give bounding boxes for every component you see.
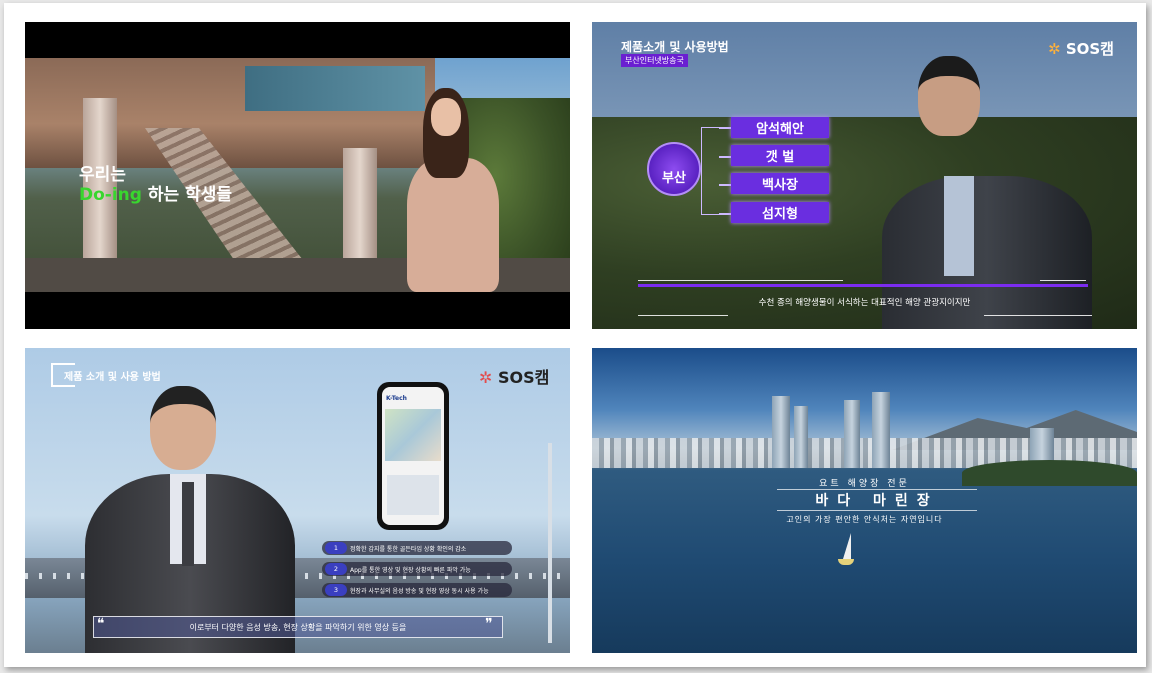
feature-number: 1 [325, 542, 347, 554]
feature-item: 2 App를 통한 영상 및 현장 상황의 빠른 파악 가능 [322, 562, 512, 576]
logo-icon: ✲ [479, 368, 493, 387]
caption-line-2: Do-ing 하는 학생들 [79, 180, 232, 205]
feature-item: 1 정확한 감지를 통한 골든타임 상황 확인의 감소 [322, 541, 512, 555]
presenter-figure [85, 382, 295, 653]
collage-frame: 우리는 Do-ing 하는 학생들 제품소개 및 사용방법 부산인터넷방송국 ✲… [4, 3, 1146, 667]
subtitle-caption: 수천 종의 해양생물이 서식하는 대표적인 해양 관광지이지만 [758, 298, 971, 308]
tag-connector [719, 184, 731, 186]
tag-connector [719, 127, 731, 129]
feature-text: 현장과 사무실의 음성 방송 및 현장 영상 동시 사용 가능 [350, 587, 489, 595]
logo-text: SOS캠 [1065, 40, 1114, 58]
caption-rule [638, 280, 843, 281]
video-still-marine: 요트 해양장 전문 바다 마린장 고인의 가장 편안한 안식처는 자연입니다 [592, 348, 1137, 653]
feature-text: 정확한 감지를 통한 골든타임 상황 확인의 감소 [350, 545, 467, 553]
service-tagline: 고인의 가장 편안한 안식처는 자연입니다 [786, 515, 943, 524]
control-pane [387, 475, 439, 515]
tag-bracket [701, 127, 719, 215]
terrain-tag: 백사장 [731, 173, 829, 194]
skyscraper [844, 400, 860, 468]
skyscraper [794, 406, 808, 468]
logo-icon: ✲ [1048, 40, 1061, 58]
tag-connector [719, 213, 731, 215]
video-title: 제품 소개 및 사용 방법 [64, 372, 161, 383]
open-quote-icon: ❝ [97, 616, 105, 632]
phone-screen: K-Tech [382, 387, 444, 525]
feature-item: 3 현장과 사무실의 음성 방송 및 현장 영상 동시 사용 가능 [322, 583, 512, 597]
skyscraper [772, 396, 790, 468]
subtitle-text: 이로부터 다양한 음성 방송, 현장 상황을 파악하기 위한 영상 등을 [189, 622, 407, 632]
video-still-busan: 제품소개 및 사용방법 부산인터넷방송국 ✲ SOS캠 부산 암석해안 갯 벌 … [592, 22, 1137, 329]
service-label: 요트 해양장 전문 [819, 479, 910, 489]
caption-rule [1040, 280, 1086, 281]
skyscraper [872, 392, 890, 468]
lamp-post [548, 443, 552, 643]
caption-rest: 하는 학생들 [141, 185, 232, 205]
video-still-product: 제품 소개 및 사용 방법 ✲ SOS캠 K-Tech 1 정확한 감지를 통한… [25, 348, 570, 653]
smartphone-mockup: K-Tech [377, 382, 449, 530]
feature-number: 3 [325, 584, 347, 596]
caption-rule [984, 315, 1092, 316]
sos-logo: ✲ SOS캠 [1048, 38, 1114, 59]
tag-connector [719, 156, 731, 158]
subtitle-bar: 이로부터 다양한 음성 방송, 현장 상황을 파악하기 위한 영상 등을 [93, 616, 503, 638]
caption-rule [638, 315, 728, 316]
feature-text: App를 통한 영상 및 현장 상황의 빠른 파악 가능 [350, 566, 471, 574]
terrain-tag: 섬지형 [731, 202, 829, 223]
caption-highlight: Do-ing [79, 185, 142, 205]
busan-badge: 부산 [647, 142, 701, 196]
app-name: K-Tech [386, 395, 407, 402]
caption-accent-line [638, 284, 1088, 287]
close-quote-icon: ❞ [485, 616, 493, 632]
terrain-tag: 암석해안 [731, 117, 829, 138]
video-still-campus: 우리는 Do-ing 하는 학생들 [25, 22, 570, 329]
feature-number: 2 [325, 563, 347, 575]
terrain-tag: 갯 벌 [731, 145, 829, 166]
logo-text: SOS캠 [497, 368, 550, 387]
sos-logo: ✲ SOS캠 [479, 364, 549, 388]
video-title: 제품소개 및 사용방법 [621, 40, 729, 54]
map-view [385, 409, 441, 461]
student-figure [393, 88, 511, 292]
broadcaster-label: 부산인터넷방송국 [621, 54, 688, 67]
service-title: 바다 마린장 [777, 489, 977, 511]
sailboat [838, 533, 854, 569]
presenter-figure [882, 56, 1092, 329]
